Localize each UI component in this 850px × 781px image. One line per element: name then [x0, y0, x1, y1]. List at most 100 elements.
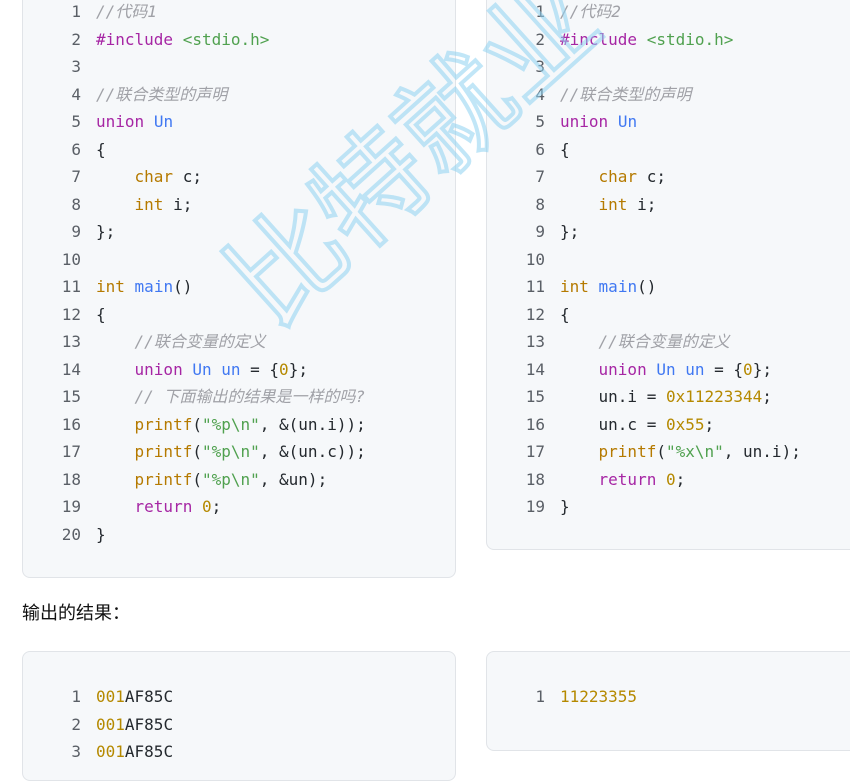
line-number: 6: [71, 139, 81, 159]
code-token-number: 11223355: [560, 687, 638, 706]
code-token-plain: = {: [704, 359, 744, 379]
code-token-plain: ;: [675, 469, 686, 489]
line-number: 12: [61, 304, 81, 324]
code-token-plain: AF85C: [124, 714, 174, 734]
code-token-keyword: union: [560, 112, 609, 131]
code-line: 1 //代码2: [487, 0, 850, 26]
code-token-type: int: [560, 277, 589, 296]
code-token-plain: {: [96, 139, 106, 159]
code-token-string: "%p\n": [201, 442, 260, 461]
line-number: 11: [61, 277, 81, 296]
code-token-name: main: [134, 277, 174, 296]
line-number: 4: [71, 84, 81, 104]
line-number: 2: [71, 29, 81, 49]
line-number: 3: [71, 57, 81, 76]
code-token-plain: AF85C: [124, 742, 174, 761]
code-token-plain: };: [96, 222, 116, 241]
code-token-number: 001: [96, 714, 125, 734]
code-lines: 1 001AF85C 2 001AF85C 3 001AF85C: [23, 683, 455, 766]
code-token-type: int: [96, 277, 125, 296]
code-line: 5 union Un: [487, 108, 850, 136]
code-token-name: main: [598, 277, 638, 296]
code-lines: 1//代码1 2 #include <stdio.h> 3 4//联合类型的声明 5 uni…: [23, 0, 455, 548]
line-number: 3: [71, 742, 81, 761]
code-token-plain: {: [96, 304, 106, 324]
code-line: 8 int i;: [23, 191, 455, 219]
code-token-name: Un: [617, 112, 638, 131]
code-line: 2 001AF85C: [23, 711, 455, 739]
line-number: 5: [71, 112, 81, 131]
code-token-type: int: [598, 194, 628, 214]
code-token-type: printf: [134, 442, 193, 461]
code-token-comment: //联合变量的定义: [598, 332, 730, 351]
code-token-plain: c;: [173, 167, 202, 186]
line-number: 9: [71, 222, 81, 241]
line-number: 14: [61, 359, 81, 379]
code-token-plain: (: [656, 442, 666, 461]
code-token-keyword: #include: [96, 29, 174, 49]
code-line: 6{: [23, 136, 455, 164]
code-line: 15 un.i = 0x11223344;: [487, 383, 850, 411]
line-number: 17: [61, 442, 81, 461]
code-token-plain: un.c =: [560, 414, 666, 434]
code-token-type: char: [134, 167, 174, 186]
code-token-plain: (): [173, 277, 193, 296]
code-token-name: un: [221, 359, 241, 379]
code-line: 5 union Un: [23, 108, 455, 136]
code-token-comment: // 下面输出的结果是一样的吗?: [134, 387, 366, 406]
line-number: 9: [535, 222, 545, 241]
code-block-2: 1//代码2 2 #include <stdio.h> 3 4//联合类型的声明 5 uni…: [486, 0, 850, 550]
code-token-string: <stdio.h>: [646, 29, 734, 49]
line-number: 12: [525, 304, 545, 324]
code-line: 7 char c;: [23, 163, 455, 191]
code-token-plain: un.i =: [560, 387, 666, 406]
line-number: 5: [535, 112, 545, 131]
code-token-keyword: union: [134, 359, 183, 379]
line-number: 1: [71, 687, 81, 706]
code-token-type: printf: [134, 414, 193, 434]
output-block-2: 1 11223355: [486, 651, 850, 751]
code-line: 3: [487, 53, 850, 81]
line-number: 7: [535, 167, 545, 186]
line-number: 15: [61, 387, 81, 406]
code-token-plain: AF85C: [124, 687, 174, 706]
code-token-string: <stdio.h>: [182, 29, 270, 49]
line-number: 19: [61, 497, 81, 516]
code-token-comment: //联合变量的定义: [134, 332, 266, 351]
code-lines: 1 11223355: [487, 683, 850, 711]
code-line: 18 return 0;: [487, 466, 850, 494]
code-line: 11 int main(): [23, 273, 455, 301]
code-line: 20}: [23, 521, 455, 549]
code-line: 3: [23, 53, 455, 81]
code-line: 7 char c;: [487, 163, 850, 191]
code-line: 14 union Un un = {0};: [487, 356, 850, 384]
code-line: 14 union Un un = {0};: [23, 356, 455, 384]
code-line: 17 printf("%x\n", un.i);: [487, 438, 850, 466]
code-token-comment: //联合类型的声明: [96, 84, 228, 104]
code-token-plain: }: [560, 497, 570, 516]
code-token-number: 0x11223344: [665, 387, 763, 406]
code-line: 9};: [23, 218, 455, 246]
line-number: 1: [535, 687, 545, 706]
line-number: 6: [535, 139, 545, 159]
code-token-plain: , &(un.i));: [259, 414, 366, 434]
code-token-plain: c;: [637, 167, 666, 186]
code-line: 2 #include <stdio.h>: [487, 26, 850, 54]
code-token-plain: {: [560, 139, 570, 159]
code-token-type: char: [598, 167, 638, 186]
line-number: 20: [61, 524, 81, 544]
code-line: 1 11223355: [487, 683, 850, 711]
code-token-plain: (: [192, 442, 202, 461]
code-token-name: Un: [153, 112, 174, 131]
code-lines: 1//代码2 2 #include <stdio.h> 3 4//联合类型的声明 5 uni…: [487, 0, 850, 521]
